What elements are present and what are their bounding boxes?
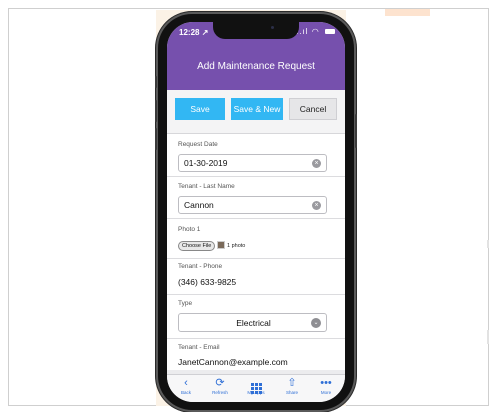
request-date-value: 01-30-2019 xyxy=(184,158,228,168)
clear-icon[interactable]: × xyxy=(312,159,321,168)
request-date-input[interactable]: 01-30-2019 × xyxy=(178,154,327,172)
notch xyxy=(213,22,299,39)
clear-icon[interactable]: × xyxy=(312,201,321,210)
phone-device: 12:28 ↗ ..ıl ◠ Add Maintenance Request S… xyxy=(155,14,357,410)
accent-strip xyxy=(385,9,430,16)
share-icon: ⇧ xyxy=(287,377,297,389)
tab-more[interactable]: ••• More xyxy=(309,377,343,395)
more-dots-icon: ••• xyxy=(320,377,332,389)
type-select[interactable]: Electrical ⌄ xyxy=(178,313,327,332)
tenant-last-name-input[interactable]: Cannon × xyxy=(178,196,327,214)
power-button xyxy=(355,114,357,148)
battery-icon xyxy=(325,29,335,35)
chevron-down-icon: ⌄ xyxy=(311,318,321,328)
tab-my-apps-label: My Apps xyxy=(247,390,265,395)
request-date-label: Request Date xyxy=(178,141,218,148)
type-selected-value: Electrical xyxy=(236,318,271,328)
action-bar: Save Save & New Cancel xyxy=(167,90,345,134)
wifi-icon: ◠ xyxy=(311,27,320,36)
time-text: 12:28 xyxy=(179,28,200,37)
tenant-phone-label: Tenant - Phone xyxy=(178,263,223,270)
mute-switch xyxy=(155,76,157,88)
photo-field: Photo 1 Choose File 1 photo xyxy=(167,219,345,259)
tab-share[interactable]: ⇧ Share xyxy=(275,377,309,395)
tenant-email-label: Tenant - Email xyxy=(178,344,220,351)
edge-mark xyxy=(487,330,489,344)
photo-label: Photo 1 xyxy=(178,226,201,233)
phone-screen: 12:28 ↗ ..ıl ◠ Add Maintenance Request S… xyxy=(167,22,345,402)
photo-count: 1 photo xyxy=(227,243,246,249)
request-date-field: Request Date 01-30-2019 × xyxy=(167,134,345,177)
grid-icon xyxy=(239,377,273,394)
tab-back[interactable]: ‹ Back xyxy=(169,377,203,395)
status-icons: ..ıl ◠ xyxy=(296,27,335,36)
type-field: Type Electrical ⌄ xyxy=(167,295,345,339)
tenant-phone-value: (346) 633-9825 xyxy=(178,277,237,287)
type-label: Type xyxy=(178,300,193,307)
volume-down-button xyxy=(155,128,157,150)
tab-more-label: More xyxy=(320,390,332,395)
chevron-left-icon: ‹ xyxy=(184,377,188,389)
tab-my-apps[interactable]: My Apps xyxy=(239,377,273,395)
location-icon: ↗ xyxy=(201,28,209,37)
save-button[interactable]: Save xyxy=(175,98,225,120)
choose-file-button[interactable]: Choose File xyxy=(178,241,216,251)
tenant-last-name-value: Cannon xyxy=(184,200,214,210)
tenant-last-name-label: Tenant - Last Name xyxy=(178,183,235,190)
tenant-last-name-field: Tenant - Last Name Cannon × xyxy=(167,177,345,219)
volume-up-button xyxy=(155,100,157,122)
bottom-tab-bar: ‹ Back ⟳ Refresh My Apps ⇧ Share ••• Mor… xyxy=(167,374,345,402)
tab-refresh-label: Refresh xyxy=(212,390,228,395)
page-title: Add Maintenance Request xyxy=(197,61,315,72)
tenant-email-value: JanetCannon@example.com xyxy=(178,357,288,367)
save-and-new-button[interactable]: Save & New xyxy=(231,98,283,120)
tab-share-label: Share xyxy=(285,390,298,395)
refresh-icon: ⟳ xyxy=(215,377,225,389)
edge-mark xyxy=(487,240,489,248)
maintenance-form: Request Date 01-30-2019 × Tenant - Last … xyxy=(167,134,345,370)
camera-dot xyxy=(271,26,274,29)
tab-back-label: Back xyxy=(180,390,191,395)
photo-thumbnail xyxy=(217,241,225,249)
tenant-phone-field: Tenant - Phone (346) 633-9825 xyxy=(167,259,345,295)
cancel-button[interactable]: Cancel xyxy=(289,98,337,120)
tab-refresh[interactable]: ⟳ Refresh xyxy=(203,377,237,395)
tenant-email-field: Tenant - Email JanetCannon@example.com xyxy=(167,339,345,370)
status-time: 12:28 ↗ xyxy=(179,28,208,37)
